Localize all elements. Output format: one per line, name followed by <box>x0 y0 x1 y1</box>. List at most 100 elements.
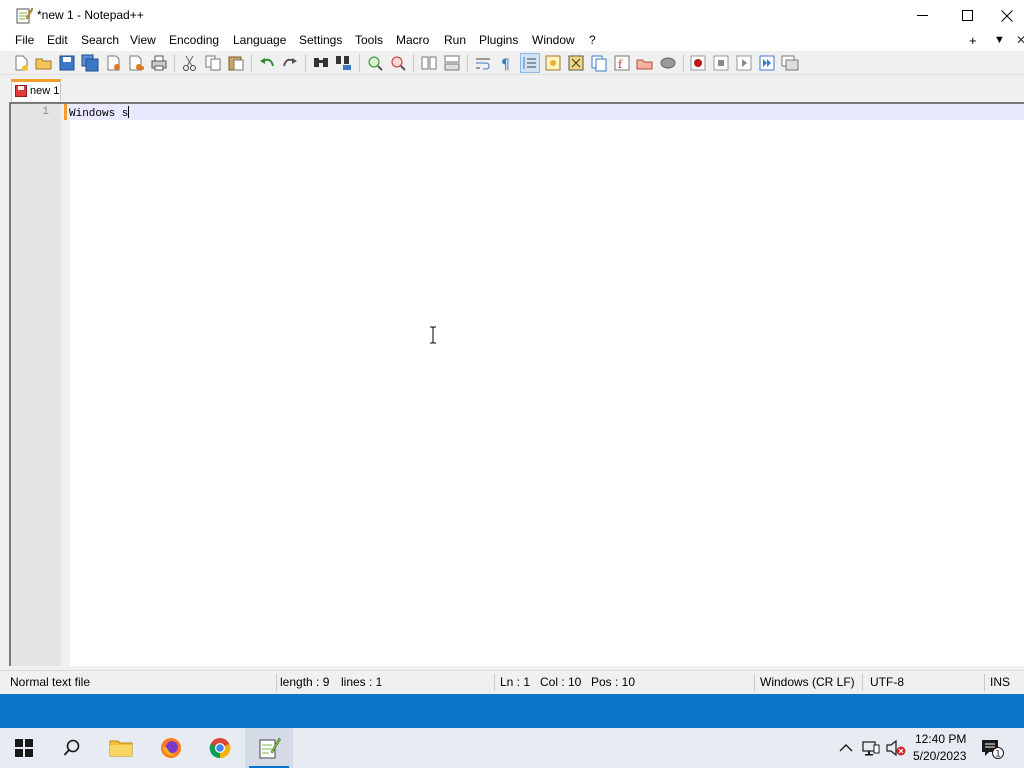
new-file-icon[interactable] <box>12 54 30 72</box>
word-wrap-icon[interactable] <box>474 54 492 72</box>
network-icon[interactable] <box>862 739 880 757</box>
show-hidden-icons-chevron-icon[interactable] <box>838 740 854 756</box>
tab-list-down-icon[interactable]: ▼ <box>994 34 1005 46</box>
close-tab-icon[interactable]: ✕ <box>1016 33 1024 47</box>
menu-file[interactable]: File <box>15 33 34 47</box>
status-bar: Normal text file length : 9 lines : 1 Ln… <box>0 670 1024 694</box>
show-all-characters-icon[interactable]: ¶ <box>497 54 515 72</box>
folder-as-workspace-icon[interactable] <box>636 54 654 72</box>
replace-icon[interactable] <box>335 54 353 72</box>
zoom-out-icon[interactable] <box>389 54 407 72</box>
close-button[interactable] <box>990 0 1024 31</box>
copy-icon[interactable] <box>204 54 222 72</box>
taskbar-file-explorer[interactable] <box>97 728 145 768</box>
toolbar-separator <box>683 54 684 72</box>
status-encoding[interactable]: UTF-8 <box>870 675 904 689</box>
menu-encoding[interactable]: Encoding <box>169 33 219 47</box>
close-all-icon[interactable] <box>127 54 145 72</box>
monitoring-icon[interactable] <box>659 54 677 72</box>
undo-icon[interactable] <box>258 54 276 72</box>
tab-new-1[interactable]: new 1 <box>11 79 61 101</box>
title-bar[interactable]: *new 1 - Notepad++ <box>0 0 1024 31</box>
line-content: Windows s <box>69 108 129 120</box>
change-history-marker <box>64 104 67 120</box>
menu-macro[interactable]: Macro <box>396 33 429 47</box>
user-defined-language-icon[interactable] <box>544 54 562 72</box>
record-macro-icon[interactable] <box>689 54 707 72</box>
status-eol[interactable]: Windows (CR LF) <box>760 675 855 689</box>
document-list-icon[interactable] <box>590 54 608 72</box>
status-col[interactable]: Col : 10 <box>540 675 581 689</box>
minimize-button[interactable] <box>899 0 945 31</box>
fold-margin[interactable] <box>61 104 70 666</box>
current-line-highlight <box>70 104 1024 120</box>
taskbar-chrome[interactable] <box>196 728 244 768</box>
menu-edit[interactable]: Edit <box>47 33 68 47</box>
taskbar-firefox[interactable] <box>147 728 195 768</box>
status-separator <box>754 674 755 691</box>
save-icon[interactable] <box>58 54 76 72</box>
chrome-icon <box>209 738 231 759</box>
zoom-in-icon[interactable] <box>366 54 384 72</box>
maximize-icon <box>961 10 973 21</box>
function-list-icon[interactable]: f <box>613 54 631 72</box>
file-explorer-icon <box>109 740 133 757</box>
new-tab-plus-icon[interactable]: + <box>969 33 977 48</box>
toolbar-separator <box>305 54 306 72</box>
status-pos[interactable]: Pos : 10 <box>591 675 635 689</box>
sync-horizontal-icon[interactable] <box>443 54 461 72</box>
menu-language[interactable]: Language <box>233 33 286 47</box>
windows-start-icon <box>15 739 33 757</box>
menu-window[interactable]: Window <box>532 33 575 47</box>
toolbar: ¶ f <box>0 51 1024 75</box>
notepadpp-app-icon[interactable] <box>15 6 34 24</box>
close-icon <box>1001 9 1013 22</box>
status-ln[interactable]: Ln : 1 <box>500 675 530 689</box>
save-macro-icon[interactable] <box>781 54 799 72</box>
menu-plugins[interactable]: Plugins <box>479 33 518 47</box>
cut-icon[interactable] <box>181 54 199 72</box>
playback-icon[interactable] <box>735 54 753 72</box>
taskbar-notepadpp[interactable] <box>245 728 293 768</box>
volume-muted-icon[interactable] <box>886 739 906 757</box>
taskbar-search-button[interactable] <box>48 728 96 768</box>
status-insert-mode[interactable]: INS <box>990 675 1010 689</box>
status-separator <box>494 674 495 691</box>
line-number-margin[interactable]: 1 <box>11 104 61 666</box>
open-file-icon[interactable] <box>35 54 53 72</box>
stop-recording-icon[interactable] <box>712 54 730 72</box>
ibeam-cursor-icon <box>430 326 436 344</box>
text-caret <box>128 106 130 118</box>
close-file-icon[interactable] <box>104 54 122 72</box>
menu-search[interactable]: Search <box>81 33 119 47</box>
start-button[interactable] <box>0 728 48 768</box>
status-separator <box>276 674 277 691</box>
clock-date[interactable]: 5/20/2023 <box>913 749 966 763</box>
menu-help[interactable]: ? <box>589 33 596 47</box>
notepadpp-window: *new 1 - Notepad++ File Edit Search View… <box>0 0 1024 694</box>
menu-settings[interactable]: Settings <box>299 33 342 47</box>
menu-tools[interactable]: Tools <box>355 33 383 47</box>
print-icon[interactable] <box>150 54 168 72</box>
editor-line-text[interactable]: Windows s <box>69 106 130 120</box>
paste-icon[interactable] <box>227 54 245 72</box>
status-separator <box>862 674 863 691</box>
save-all-icon[interactable] <box>81 54 99 72</box>
menu-view[interactable]: View <box>130 33 156 47</box>
find-icon[interactable] <box>312 54 330 72</box>
status-length: length : 9 <box>280 675 330 689</box>
status-file-type: Normal text file <box>10 675 91 689</box>
clock-time[interactable]: 12:40 PM <box>915 732 966 746</box>
toolbar-separator <box>467 54 468 72</box>
menu-run[interactable]: Run <box>444 33 466 47</box>
document-map-icon[interactable] <box>567 54 585 72</box>
maximize-button[interactable] <box>944 0 990 31</box>
run-macro-multiple-icon[interactable] <box>758 54 776 72</box>
sync-vertical-icon[interactable] <box>420 54 438 72</box>
editor-area[interactable]: 1 Windows s <box>9 102 1024 666</box>
toolbar-separator <box>251 54 252 72</box>
search-icon <box>63 739 80 756</box>
action-center-notification-icon[interactable]: 1 <box>980 738 1004 760</box>
indent-guide-icon[interactable] <box>520 53 540 73</box>
redo-icon[interactable] <box>281 54 299 72</box>
